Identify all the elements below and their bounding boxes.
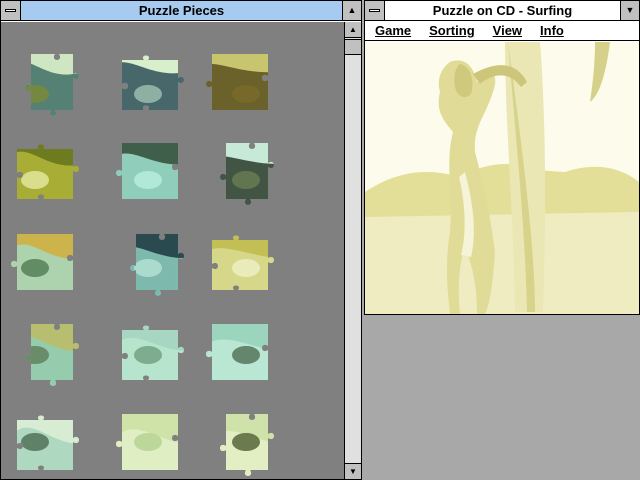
- game-window-title: Puzzle on CD - Surfing: [432, 3, 573, 18]
- menu-sorting[interactable]: Sorting: [429, 21, 475, 40]
- puzzle-piece[interactable]: [9, 135, 81, 207]
- pieces-tray: [1, 22, 344, 479]
- system-menu-icon[interactable]: [1, 1, 21, 20]
- surfer-photo: [365, 42, 639, 314]
- pieces-window-title: Puzzle Pieces: [21, 1, 342, 20]
- puzzle-piece[interactable]: [114, 406, 186, 478]
- minimize-icon[interactable]: ▲: [342, 1, 361, 20]
- puzzle-piece[interactable]: [114, 316, 186, 388]
- system-menu-icon[interactable]: [365, 1, 385, 20]
- puzzle-piece[interactable]: [204, 406, 276, 478]
- puzzle-piece[interactable]: [204, 135, 276, 207]
- game-title-bar[interactable]: Puzzle on CD - Surfing ▼: [365, 1, 639, 21]
- menu-game[interactable]: Game: [375, 21, 411, 40]
- puzzle-piece[interactable]: [204, 226, 276, 298]
- vertical-scrollbar[interactable]: ▲ ▼: [344, 22, 361, 479]
- puzzle-piece[interactable]: [114, 135, 186, 207]
- puzzle-piece[interactable]: [204, 46, 276, 118]
- scrollbar-thumb[interactable]: [345, 39, 361, 55]
- menu-view[interactable]: View: [493, 21, 522, 40]
- puzzle-piece[interactable]: [9, 406, 81, 478]
- puzzle-game-window: Puzzle on CD - Surfing ▼ Game Sorting Vi…: [364, 0, 640, 315]
- scroll-down-arrow-icon[interactable]: ▼: [345, 463, 361, 479]
- scroll-up-arrow-icon[interactable]: ▲: [345, 22, 361, 38]
- minimize-icon[interactable]: ▼: [620, 1, 639, 20]
- puzzle-piece[interactable]: [114, 46, 186, 118]
- puzzle-piece[interactable]: [9, 46, 81, 118]
- puzzle-piece[interactable]: [9, 316, 81, 388]
- puzzle-piece[interactable]: [114, 226, 186, 298]
- menu-info[interactable]: Info: [540, 21, 564, 40]
- pieces-title-bar[interactable]: Puzzle Pieces ▲: [1, 1, 361, 21]
- puzzle-pieces-window: Puzzle Pieces ▲ ▲ ▼: [0, 0, 362, 480]
- puzzle-piece[interactable]: [9, 226, 81, 298]
- puzzle-preview-image[interactable]: [365, 42, 639, 314]
- menu-bar: Game Sorting View Info: [365, 21, 639, 41]
- puzzle-piece[interactable]: [204, 316, 276, 388]
